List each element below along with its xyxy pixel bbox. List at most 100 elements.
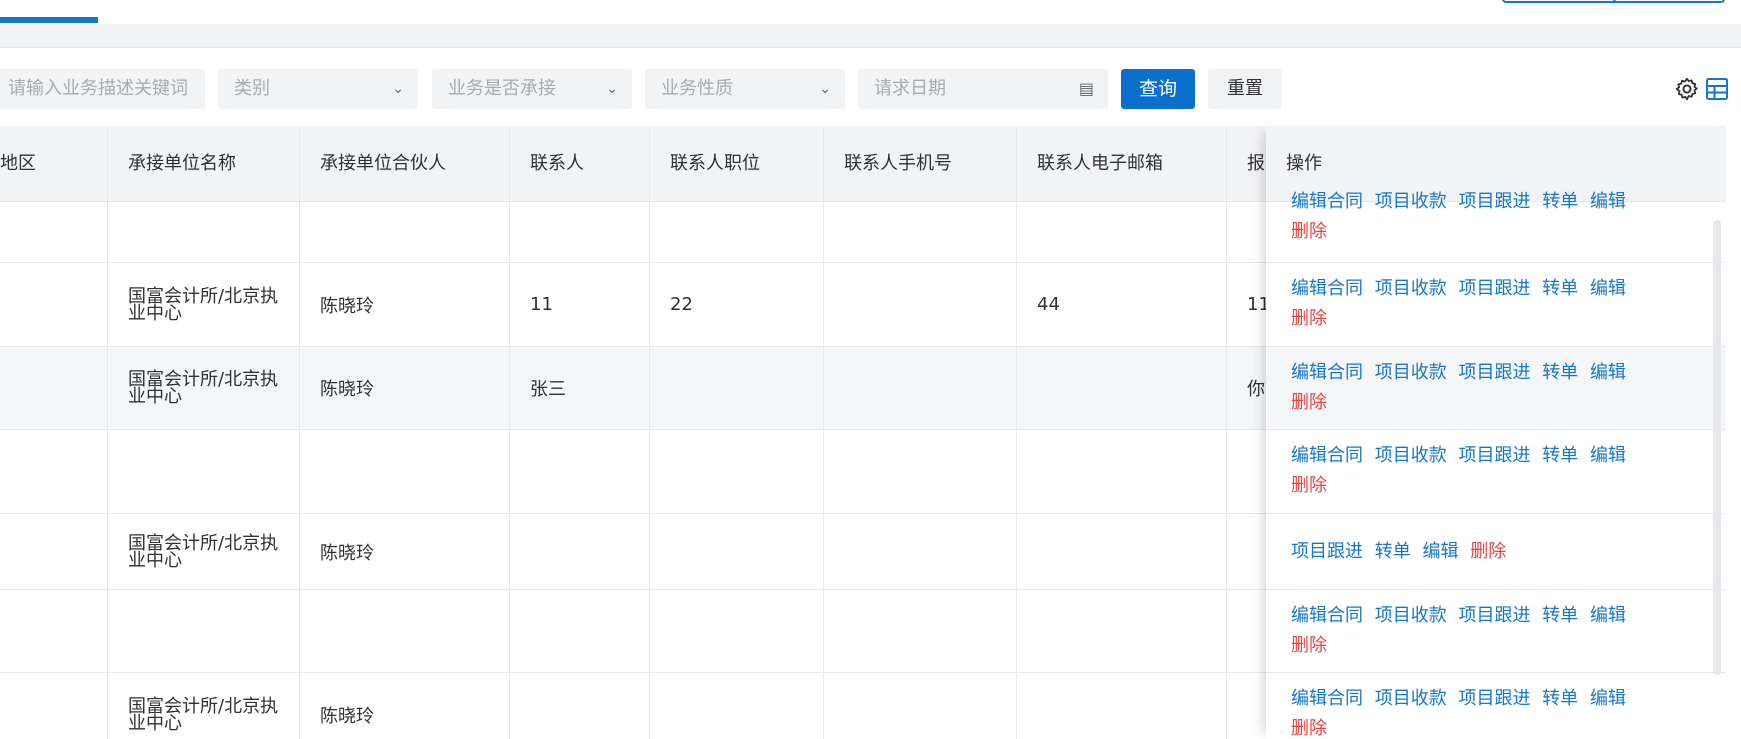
cell-phone: [823, 590, 1016, 672]
transfer-link[interactable]: 转单: [1542, 362, 1578, 383]
vertical-scrollbar[interactable]: [1713, 220, 1721, 675]
operations-column: 操作 编辑合同 项目收款 项目跟进 转单 编辑 删除 编辑合同 项目收款 项目跟…: [1266, 126, 1726, 739]
cell-partner: [299, 590, 509, 672]
edit-link[interactable]: 编辑: [1590, 362, 1626, 383]
edit-contract-link[interactable]: 编辑合同: [1291, 688, 1363, 709]
delete-link[interactable]: 删除: [1291, 635, 1327, 656]
cell-position: 22: [649, 263, 823, 346]
transfer-link[interactable]: 转单: [1542, 278, 1578, 299]
transfer-link[interactable]: 转单: [1542, 688, 1578, 709]
col-unit-name: 承接单位名称: [107, 126, 299, 202]
cell-email: [1016, 590, 1226, 672]
delete-link[interactable]: 删除: [1291, 475, 1327, 496]
collect-link[interactable]: 项目收款: [1375, 445, 1447, 466]
transfer-link[interactable]: 转单: [1375, 541, 1411, 562]
follow-link[interactable]: 项目跟进: [1291, 541, 1363, 562]
cell-phone: [823, 430, 1016, 513]
cell-unit: 国富会计所/北京执业中心: [107, 673, 299, 739]
cell-position: [649, 590, 823, 672]
delete-link[interactable]: 删除: [1291, 718, 1327, 739]
query-button[interactable]: 查询: [1121, 69, 1195, 109]
cell-position: [649, 347, 823, 429]
edit-link[interactable]: 编辑: [1590, 445, 1626, 466]
settings-gear-icon[interactable]: [1674, 76, 1700, 102]
edit-link[interactable]: 编辑: [1422, 541, 1458, 562]
cell-contact: 张三: [509, 347, 649, 429]
date-picker[interactable]: 请求日期 ▤: [858, 69, 1108, 109]
delete-link[interactable]: 删除: [1291, 308, 1327, 329]
cell-partner: [299, 202, 509, 262]
cell-unit: 国富会计所/北京执业中心: [107, 514, 299, 589]
delete-link[interactable]: 删除: [1470, 541, 1506, 562]
cell-region: [0, 347, 107, 429]
active-tab-indicator: [0, 17, 98, 23]
nature-select[interactable]: 业务性质 ⌄: [645, 69, 845, 109]
follow-link[interactable]: 项目跟进: [1458, 362, 1530, 383]
reset-button[interactable]: 重置: [1208, 69, 1282, 109]
col-contact-phone: 联系人手机号: [823, 126, 1016, 202]
collect-link[interactable]: 项目收款: [1375, 191, 1447, 212]
keyword-search-input[interactable]: 请输入业务描述关键词: [0, 69, 205, 109]
cell-region: [0, 590, 107, 672]
edit-contract-link[interactable]: 编辑合同: [1291, 191, 1363, 212]
ops-row: 编辑合同 项目收款 项目跟进 转单 编辑 删除: [1266, 430, 1726, 514]
cell-contact: [509, 673, 649, 739]
transfer-link[interactable]: 转单: [1542, 191, 1578, 212]
delete-link[interactable]: 删除: [1291, 392, 1327, 413]
cell-email: 44: [1016, 263, 1226, 346]
cell-unit: [107, 430, 299, 513]
ops-row: 编辑合同 项目收款 项目跟进 转单 编辑 删除: [1266, 590, 1726, 673]
edit-contract-link[interactable]: 编辑合同: [1291, 278, 1363, 299]
follow-link[interactable]: 项目跟进: [1458, 445, 1530, 466]
col-contact-email: 联系人电子邮箱: [1016, 126, 1226, 202]
top-action-button-2[interactable]: [1613, 0, 1725, 3]
delete-link[interactable]: 删除: [1291, 221, 1327, 242]
ops-row: 编辑合同 项目收款 项目跟进 转单 编辑 删除: [1266, 263, 1726, 347]
cell-region: [0, 202, 107, 262]
transfer-link[interactable]: 转单: [1542, 445, 1578, 466]
transfer-link[interactable]: 转单: [1542, 605, 1578, 626]
header-band: [0, 24, 1741, 48]
edit-contract-link[interactable]: 编辑合同: [1291, 445, 1363, 466]
ops-row: 编辑合同 项目收款 项目跟进 转单 编辑 删除: [1266, 673, 1726, 739]
cell-email: [1016, 430, 1226, 513]
column-grid-icon[interactable]: [1705, 77, 1729, 101]
calendar-icon: ▤: [1078, 79, 1094, 98]
edit-contract-link[interactable]: 编辑合同: [1291, 362, 1363, 383]
keyword-placeholder: 请输入业务描述关键词: [8, 78, 188, 99]
cell-phone: [823, 673, 1016, 739]
cell-phone: [823, 263, 1016, 346]
category-placeholder: 类别: [234, 78, 270, 99]
col-contact-position: 联系人职位: [649, 126, 823, 202]
follow-link[interactable]: 项目跟进: [1458, 605, 1530, 626]
accepted-placeholder: 业务是否承接: [448, 78, 556, 99]
cell-contact: [509, 514, 649, 589]
edit-link[interactable]: 编辑: [1590, 688, 1626, 709]
cell-partner: [299, 430, 509, 513]
collect-link[interactable]: 项目收款: [1375, 688, 1447, 709]
cell-partner: 陈晓玲: [299, 673, 509, 739]
date-placeholder: 请求日期: [874, 78, 946, 99]
cell-position: [649, 673, 823, 739]
edit-link[interactable]: 编辑: [1590, 191, 1626, 212]
follow-link[interactable]: 项目跟进: [1458, 688, 1530, 709]
accepted-select[interactable]: 业务是否承接 ⌄: [432, 69, 632, 109]
edit-link[interactable]: 编辑: [1590, 278, 1626, 299]
collect-link[interactable]: 项目收款: [1375, 605, 1447, 626]
cell-contact: [509, 430, 649, 513]
follow-link[interactable]: 项目跟进: [1458, 191, 1530, 212]
category-select[interactable]: 类别 ⌄: [218, 69, 418, 109]
ops-row: 编辑合同 项目收款 项目跟进 转单 编辑 删除: [1266, 347, 1726, 430]
cell-region: [0, 263, 107, 346]
cell-email: [1016, 673, 1226, 739]
collect-link[interactable]: 项目收款: [1375, 362, 1447, 383]
chevron-down-icon: ⌄: [819, 81, 831, 97]
edit-link[interactable]: 编辑: [1590, 605, 1626, 626]
follow-link[interactable]: 项目跟进: [1458, 278, 1530, 299]
cell-position: [649, 430, 823, 513]
cell-partner: 陈晓玲: [299, 347, 509, 429]
col-unit-partner: 承接单位合伙人: [299, 126, 509, 202]
edit-contract-link[interactable]: 编辑合同: [1291, 605, 1363, 626]
cell-phone: [823, 202, 1016, 262]
collect-link[interactable]: 项目收款: [1375, 278, 1447, 299]
